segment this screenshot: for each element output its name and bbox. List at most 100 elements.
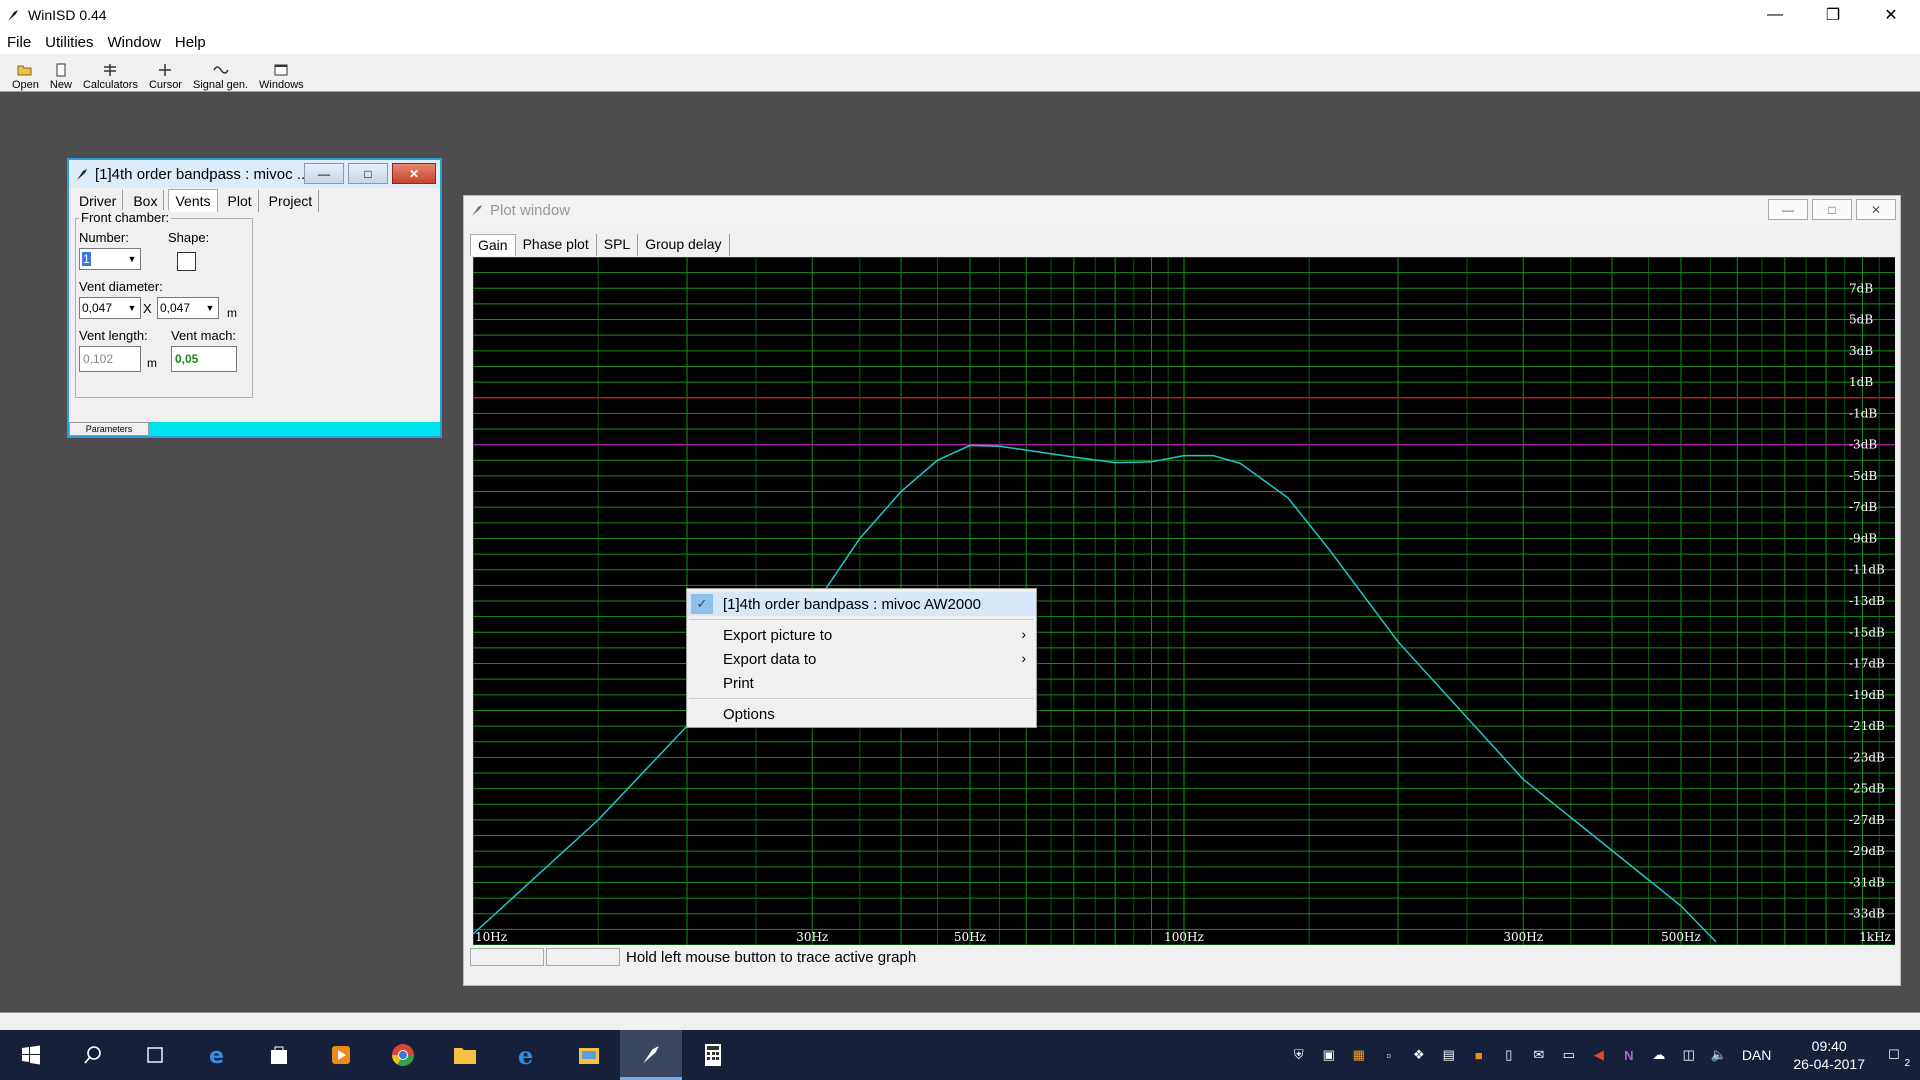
menu-file[interactable]: File (0, 34, 38, 51)
ctx-separator (689, 619, 1034, 620)
taskbar-store[interactable] (248, 1030, 310, 1080)
wifi-icon[interactable]: ◫ (1677, 1043, 1701, 1067)
taskbar-chrome[interactable] (372, 1030, 434, 1080)
file-manager-icon (579, 1048, 599, 1064)
signal-gen-label: Signal gen. (192, 79, 249, 91)
tray-sync-icon[interactable]: ☁ (1647, 1043, 1671, 1067)
ctx-item-export-picture[interactable]: Export picture to › (687, 623, 1036, 647)
taskbar-calculator[interactable] (682, 1030, 744, 1080)
menu-utilities[interactable]: Utilities (38, 34, 100, 51)
close-button[interactable]: ✕ (1862, 0, 1920, 30)
tab-spl[interactable]: SPL (597, 234, 639, 256)
y-tick-label: -7dB (1849, 500, 1877, 514)
plot-close-button[interactable]: ✕ (1856, 199, 1896, 220)
tray-colors-icon[interactable]: ▦ (1347, 1043, 1371, 1067)
tray-display-icon[interactable]: ▭ (1557, 1043, 1581, 1067)
tab-phase-plot[interactable]: Phase plot (516, 234, 597, 256)
tray-orange-app-icon[interactable]: ■ (1467, 1043, 1491, 1067)
cursor-label: Cursor (148, 79, 182, 91)
param-close-button[interactable]: ✕ (392, 163, 436, 184)
network-icon[interactable]: ▤ (1437, 1043, 1461, 1067)
calculator-icon (104, 64, 117, 76)
tray-pointer-icon[interactable]: ◀ (1587, 1043, 1611, 1067)
winisd-app-icon (643, 1045, 659, 1063)
shield-icon[interactable]: ⛨ (1287, 1043, 1311, 1067)
tab-project[interactable]: Project (263, 190, 320, 212)
shape-checkbox[interactable] (177, 252, 196, 271)
language-indicator[interactable]: DAN (1742, 1047, 1772, 1063)
tray-app-icon[interactable]: ▣ (1317, 1043, 1341, 1067)
signal-gen-button[interactable]: Signal gen. (189, 55, 252, 91)
plot-minimize-button[interactable]: — (1768, 199, 1808, 220)
task-view-button[interactable] (124, 1030, 186, 1080)
gain-response-line (472, 444, 1717, 943)
calculators-button[interactable]: Calculators (79, 55, 142, 91)
plot-window-titlebar[interactable]: Plot window — □ ✕ (464, 196, 1900, 224)
menu-window[interactable]: Window (101, 34, 168, 51)
tab-group-delay[interactable]: Group delay (638, 234, 730, 256)
ctx-item-active-graph[interactable]: ✓ [1]4th order bandpass : mivoc AW2000 (687, 592, 1036, 616)
taskbar-file-explorer[interactable] (434, 1030, 496, 1080)
calculator-icon (705, 1044, 721, 1066)
clock[interactable]: 09:40 26-04-2017 (1793, 1037, 1865, 1073)
taskbar-internet-explorer[interactable]: e (496, 1030, 558, 1080)
ctx-item-options[interactable]: Options (687, 702, 1036, 726)
menu-help[interactable]: Help (168, 34, 213, 51)
taskbar-winisd[interactable] (620, 1030, 682, 1080)
volume-icon[interactable]: 🔈 (1707, 1043, 1731, 1067)
vent-length-field[interactable]: 0,102 (79, 346, 141, 372)
plot-maximize-button[interactable]: □ (1812, 199, 1852, 220)
tray-monitor-icon[interactable]: ▫ (1377, 1043, 1401, 1067)
search-icon (84, 1046, 101, 1064)
taskbar-explorer-2[interactable] (558, 1030, 620, 1080)
dropbox-icon[interactable]: ❖ (1407, 1043, 1431, 1067)
chevron-down-icon[interactable]: ▼ (124, 249, 140, 269)
param-maximize-button[interactable]: □ (348, 163, 388, 184)
vent-mach-label: Vent mach: (171, 328, 237, 343)
notification-center-icon[interactable]: ☐ 2 (1882, 1043, 1910, 1069)
tab-vents[interactable]: Vents (168, 189, 218, 212)
plot-tabs: Gain Phase plot SPL Group delay (470, 234, 730, 256)
minimize-button[interactable]: — (1746, 0, 1804, 30)
x-tick-label: 30Hz (796, 930, 828, 944)
tab-plot[interactable]: Plot (222, 190, 259, 212)
chevron-right-icon: › (1021, 626, 1026, 642)
y-tick-label: -25dB (1849, 782, 1885, 796)
chevron-down-icon[interactable]: ▼ (202, 298, 218, 318)
mail-icon[interactable]: ✉ (1527, 1043, 1551, 1067)
taskbar-edge[interactable]: e (186, 1030, 248, 1080)
mdi-workspace: [1]4th order bandpass : mivoc ... — □ ✕ … (0, 92, 1920, 1012)
number-combo[interactable]: 1 ▼ (79, 248, 141, 270)
checkmark-icon: ✓ (691, 594, 713, 614)
chrome-browser-icon (392, 1044, 414, 1066)
vent-diameter-b-combo[interactable]: 0,047 ▼ (157, 297, 219, 319)
cursor-button[interactable]: Cursor (145, 55, 186, 91)
chevron-down-icon[interactable]: ▼ (124, 298, 140, 318)
search-button[interactable] (62, 1030, 124, 1080)
parameters-window-title: [1]4th order bandpass : mivoc ... (95, 165, 310, 183)
diameter-unit-label: m (227, 306, 237, 320)
new-button[interactable]: New (46, 55, 76, 91)
tab-driver[interactable]: Driver (73, 190, 124, 212)
parameters-status-tab[interactable]: Parameters (69, 422, 149, 436)
maximize-button[interactable]: ❐ (1804, 0, 1862, 30)
x-tick-label: 300Hz (1503, 930, 1543, 944)
start-button[interactable] (0, 1030, 62, 1080)
plot-status-segment-1 (470, 948, 544, 966)
vent-mach-value: 0,05 (175, 352, 199, 366)
tab-gain[interactable]: Gain (470, 234, 516, 256)
windows-logo-icon (22, 1045, 40, 1065)
onenote-icon[interactable]: N (1617, 1043, 1641, 1067)
ctx-item-export-data[interactable]: Export data to › (687, 647, 1036, 671)
param-minimize-button[interactable]: — (304, 163, 344, 184)
usb-icon[interactable]: ▯ (1497, 1043, 1521, 1067)
taskbar-media-player[interactable] (310, 1030, 372, 1080)
task-view-icon (147, 1047, 163, 1063)
tab-box[interactable]: Box (127, 190, 165, 212)
vent-diameter-a-combo[interactable]: 0,047 ▼ (79, 297, 141, 319)
ctx-item-print[interactable]: Print (687, 671, 1036, 695)
parameters-window-titlebar[interactable]: [1]4th order bandpass : mivoc ... — □ ✕ (69, 160, 440, 188)
open-button[interactable]: Open (8, 55, 43, 91)
y-tick-label: 1dB (1849, 375, 1873, 389)
windows-button[interactable]: Windows (255, 55, 308, 91)
